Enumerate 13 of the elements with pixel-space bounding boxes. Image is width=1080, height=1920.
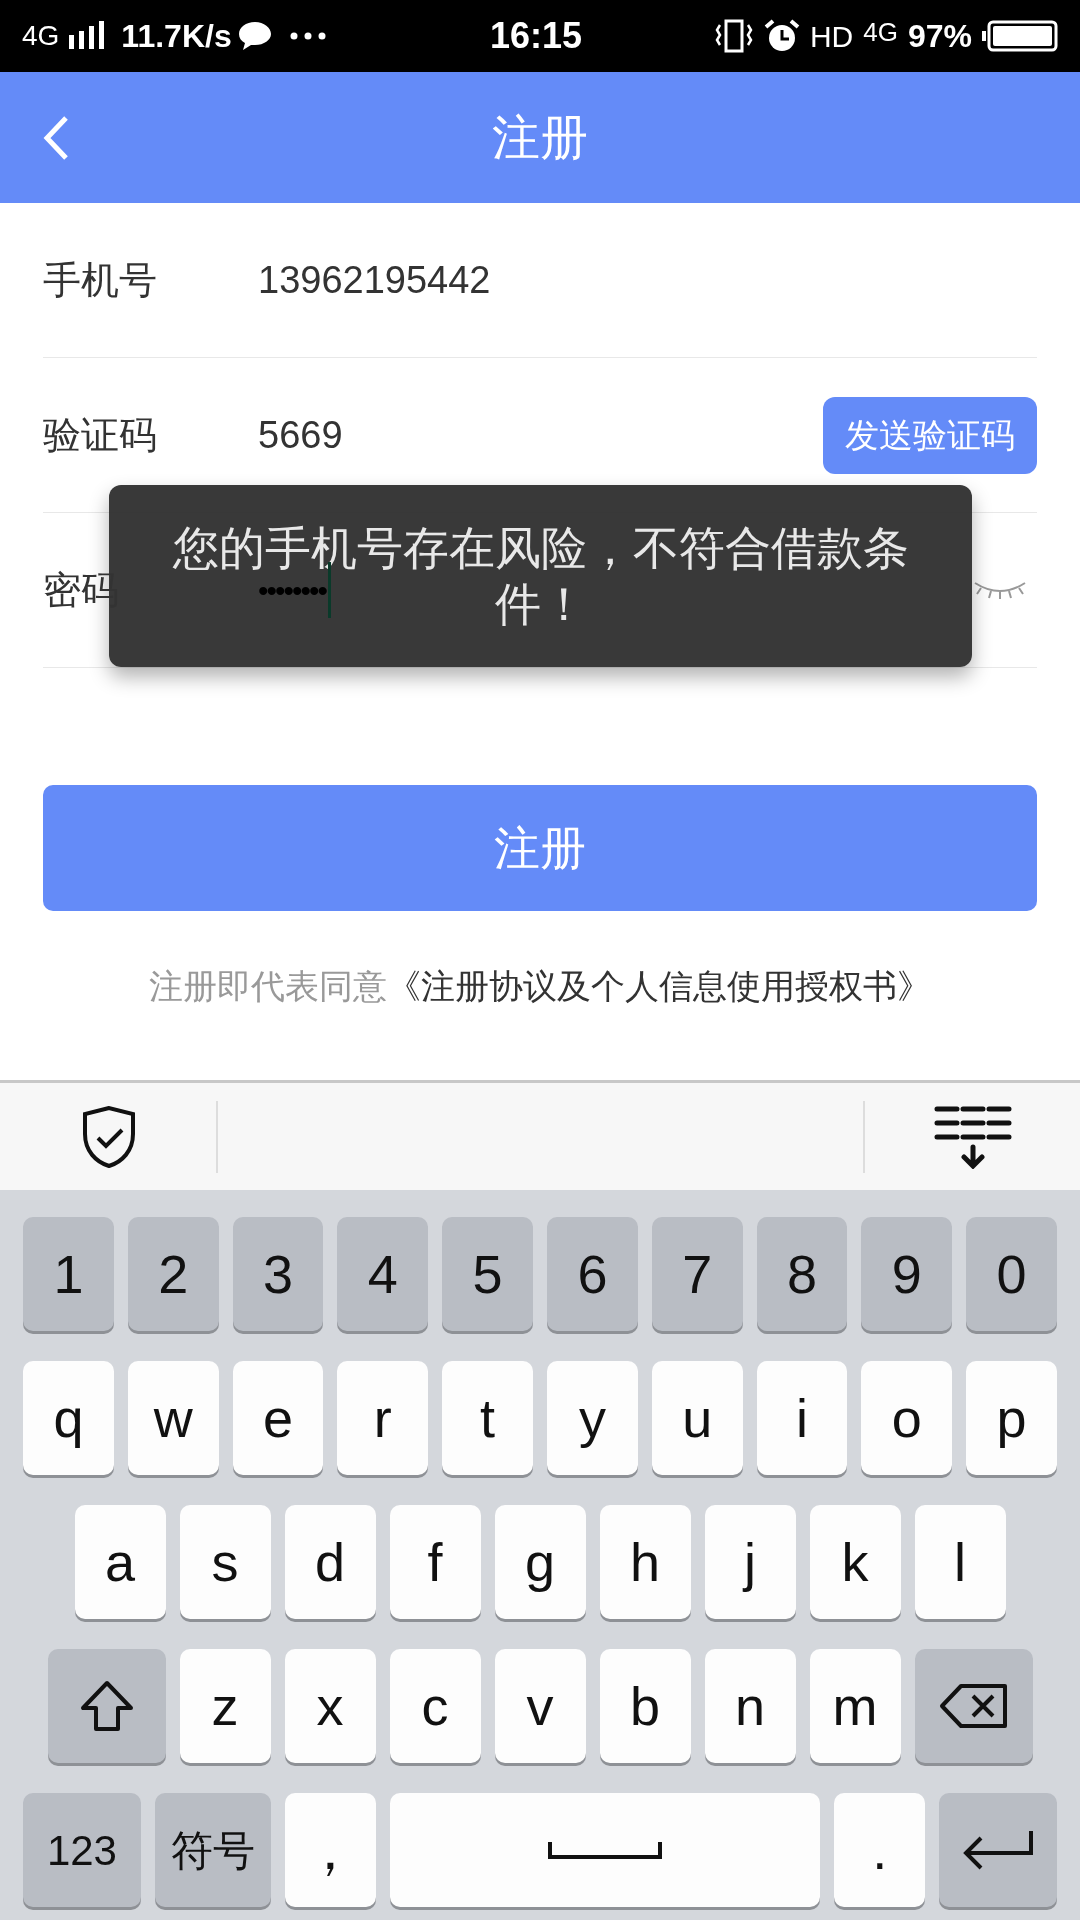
clock-time: 16:15 <box>490 14 583 58</box>
network-speed: 11.7K/s <box>121 17 232 56</box>
field-value: •••••••• <box>258 572 327 609</box>
field-label: 验证码 <box>43 413 157 456</box>
network-type: 4G <box>22 19 60 53</box>
hd-indicator: HD <box>809 18 854 55</box>
agreement-text: 注册即代表同意 <box>149 966 387 1007</box>
battery-percent: 97% <box>907 17 972 56</box>
field-value: 13962195442 <box>258 257 491 303</box>
data-type: 4G <box>863 19 898 45</box>
page-title: 注册 <box>492 109 588 166</box>
field-label: 手机号 <box>43 258 157 301</box>
field-value: 5669 <box>258 412 343 458</box>
